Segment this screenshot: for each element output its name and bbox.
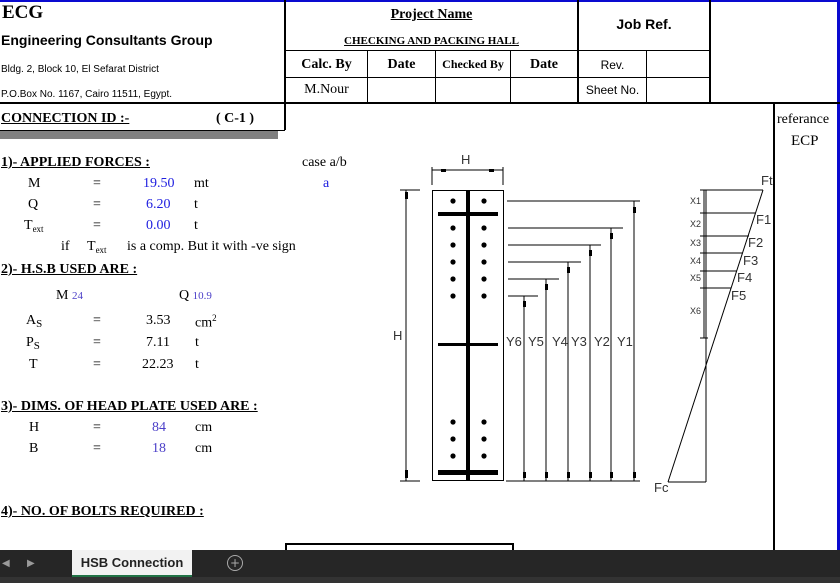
arrow-tick <box>633 207 636 213</box>
arrow-tick <box>610 472 613 478</box>
bolt-hole <box>450 259 456 265</box>
bolt-hole <box>450 276 456 282</box>
arrow-tick <box>489 169 494 172</box>
y4-label: Y4 <box>552 334 568 349</box>
arrow-tick <box>545 284 548 290</box>
f4-label: F4 <box>737 270 753 285</box>
y6-label: Y6 <box>506 334 522 349</box>
plus-circle-icon[interactable]: + <box>227 555 243 571</box>
status-strip <box>0 577 840 583</box>
bolt-hole <box>450 293 456 299</box>
beam-top-flange <box>438 212 498 216</box>
arrow-tick <box>545 472 548 478</box>
force-gradient-line <box>667 189 764 483</box>
chevron-right-icon[interactable]: ▶ <box>27 558 35 569</box>
beam-web <box>466 191 470 481</box>
beam-mid-flange <box>438 343 498 346</box>
arrow-tick <box>405 192 408 199</box>
y5-label: Y5 <box>528 334 544 349</box>
bolt-hole <box>481 293 487 299</box>
plate-height-label: H <box>393 328 403 343</box>
arrow-tick <box>589 250 592 256</box>
f1-label: F1 <box>756 212 772 227</box>
arrow-tick <box>441 169 446 172</box>
bolt-hole <box>481 276 487 282</box>
x1-label: X1 <box>690 196 702 206</box>
bolt-hole <box>450 453 456 459</box>
arrow-tick <box>405 470 408 478</box>
plate-width-label: H <box>461 152 471 167</box>
bolt-hole <box>481 453 487 459</box>
beam-bottom-flange <box>438 470 498 475</box>
bolt-hole <box>450 225 456 231</box>
bolt-hole <box>450 242 456 248</box>
connection-diagram <box>400 167 764 483</box>
fc-label: Fc <box>654 480 669 495</box>
bolt-hole <box>481 436 487 442</box>
bolt-hole <box>481 419 487 425</box>
arrow-tick <box>523 301 526 307</box>
x3-label: X3 <box>690 238 702 248</box>
x2-label: X2 <box>690 219 702 229</box>
bolt-hole <box>481 259 487 265</box>
bolt-hole <box>481 242 487 248</box>
x4-label: X4 <box>690 256 702 266</box>
x5-label: X5 <box>690 273 702 283</box>
f2-label: F2 <box>748 235 764 250</box>
bolt-hole <box>450 419 456 425</box>
f5-label: F5 <box>731 288 747 303</box>
bolt-hole <box>450 198 456 204</box>
sheet-tab-hsb-connection[interactable]: HSB Connection <box>72 550 192 577</box>
arrow-tick <box>633 472 636 478</box>
arrow-tick <box>523 472 526 478</box>
bolt-hole <box>481 198 487 204</box>
f3-label: F3 <box>743 253 759 268</box>
chevron-left-icon[interactable]: ◀ <box>2 558 10 569</box>
y2-label: Y2 <box>594 334 610 349</box>
arrow-tick <box>567 472 570 478</box>
arrow-tick <box>610 233 613 239</box>
x6-label: X6 <box>690 306 702 316</box>
y3-label: Y3 <box>571 334 587 349</box>
bolt-hole <box>450 436 456 442</box>
arrow-tick <box>589 472 592 478</box>
y1-label: Y1 <box>617 334 633 349</box>
sheet-tab-bar: ◀ ▶ HSB Connection + <box>0 550 840 583</box>
ft-label: Ft <box>761 173 773 188</box>
arrow-tick <box>567 267 570 273</box>
bolt-hole <box>481 225 487 231</box>
